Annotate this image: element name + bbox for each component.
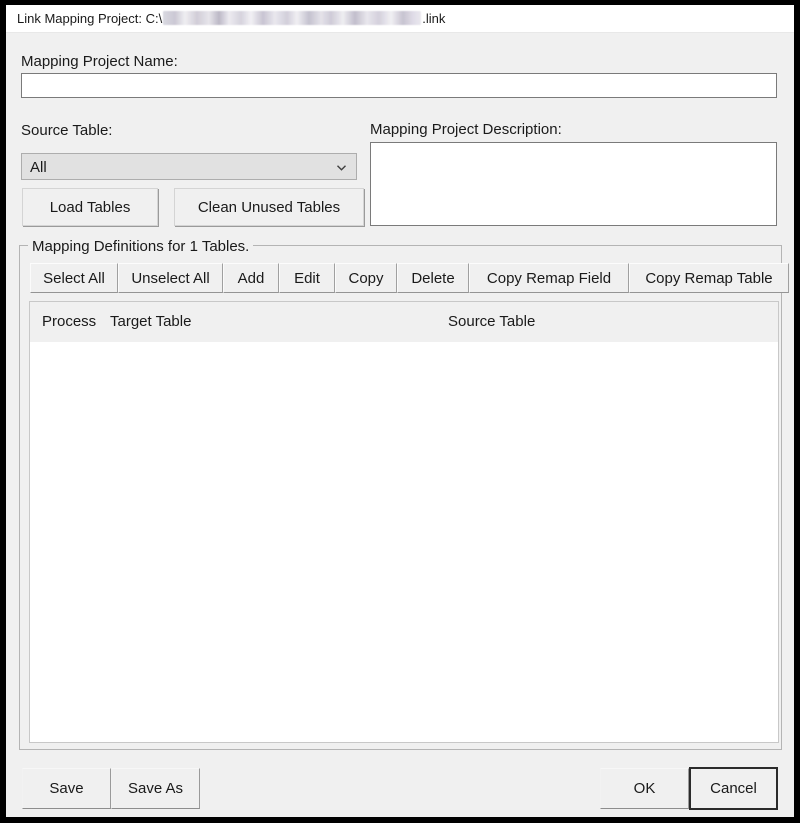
mapping-project-name-label: Mapping Project Name: (21, 53, 178, 70)
toolbar-button-copy-remap-table[interactable]: Copy Remap Table (629, 263, 789, 293)
save-button[interactable]: Save (22, 768, 111, 809)
toolbar-button-unselect-all[interactable]: Unselect All (118, 263, 223, 293)
toolbar-button-edit[interactable]: Edit (279, 263, 335, 293)
listview-header-row: Process Target Table Source Table (30, 302, 778, 342)
load-tables-button[interactable]: Load Tables (22, 188, 158, 226)
toolbar-button-delete[interactable]: Delete (397, 263, 469, 293)
toolbar-button-select-all[interactable]: Select All (30, 263, 118, 293)
listview-body[interactable] (30, 342, 778, 742)
mapping-project-name-input[interactable] (21, 73, 777, 98)
toolbar-button-copy-remap-field[interactable]: Copy Remap Field (469, 263, 629, 293)
source-table-label: Source Table: (21, 122, 113, 139)
window-title-suffix: .link (422, 11, 446, 26)
source-table-selected-value: All (30, 159, 47, 176)
window-title: Link Mapping Project: C:\ .link (17, 11, 445, 27)
column-header-source-table[interactable]: Source Table (448, 313, 535, 330)
source-table-dropdown[interactable]: All (21, 153, 357, 180)
column-header-target-table[interactable]: Target Table (110, 313, 191, 330)
mapping-definitions-legend: Mapping Definitions for 1 Tables. (28, 238, 254, 255)
mapping-project-description-label: Mapping Project Description: (370, 121, 562, 138)
redacted-path-block (163, 11, 422, 25)
toolbar-button-add[interactable]: Add (223, 263, 279, 293)
chevron-down-icon (337, 165, 346, 171)
mapping-definitions-listview[interactable]: Process Target Table Source Table (29, 301, 779, 743)
mapping-project-description-textarea[interactable] (370, 142, 777, 226)
toolbar-button-copy[interactable]: Copy (335, 263, 397, 293)
column-header-process[interactable]: Process (42, 313, 96, 330)
ok-button[interactable]: OK (600, 768, 689, 809)
save-as-button[interactable]: Save As (111, 768, 200, 809)
window-titlebar: Link Mapping Project: C:\ .link (6, 5, 794, 33)
clean-unused-tables-button[interactable]: Clean Unused Tables (174, 188, 364, 226)
link-mapping-project-window: Link Mapping Project: C:\ .link Mapping P… (6, 5, 794, 817)
window-title-prefix: Link Mapping Project: C:\ (17, 11, 163, 26)
cancel-button[interactable]: Cancel (689, 767, 778, 810)
